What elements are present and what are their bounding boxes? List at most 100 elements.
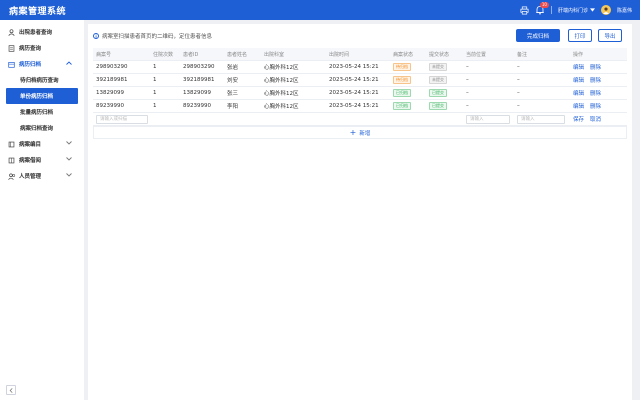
discharge-dept: 心胸外科12区 xyxy=(264,91,299,97)
column-header: 出院时间 xyxy=(329,51,350,58)
patient-name: 张岩 xyxy=(227,65,239,71)
divider xyxy=(550,6,552,14)
discharge-dept: 心胸外科12区 xyxy=(264,78,299,84)
discharge-time: 2023-05-24 15:21 xyxy=(329,103,379,109)
user-name[interactable]: 陈嘉伟 xyxy=(617,7,632,14)
column-header: 住院次数 xyxy=(153,51,174,58)
column-header: 患者ID xyxy=(183,51,199,58)
chevron-left-icon xyxy=(9,387,13,393)
complete-archive-button[interactable]: 完成归档 xyxy=(516,29,560,42)
status-badge: 待归档 xyxy=(393,63,411,71)
document-icon xyxy=(8,44,16,52)
admission-times: 1 xyxy=(153,64,157,70)
sidebar-item-label: 病历归档 xyxy=(19,62,42,68)
scan-hint: i 病案室扫描患者首页的二维码，定位患者信息 xyxy=(93,32,212,40)
delete-link[interactable]: 删除 xyxy=(590,89,601,97)
catalog-icon xyxy=(8,141,16,148)
sidebar-item-borrowing[interactable]: 病案借阅 xyxy=(0,152,84,168)
new-record-row: 请输入或扫描 请输入 请输入 保存 取消 xyxy=(93,113,627,126)
sidebar-subitem-archive-query[interactable]: 病案归档查询 xyxy=(0,120,84,136)
column-header: 备注 xyxy=(517,51,528,58)
plus-icon: + xyxy=(349,127,357,137)
note: – xyxy=(517,64,520,70)
people-icon xyxy=(8,172,16,180)
table-row: 392189981 1 392189981 刘安 心胸外科12区 2023-05… xyxy=(93,74,627,87)
status-badge: 已归档 xyxy=(393,102,411,110)
caret-down-icon xyxy=(589,8,595,12)
scan-input[interactable]: 请输入或扫描 xyxy=(96,114,148,124)
sidebar-item-label: 病案借阅 xyxy=(19,158,42,164)
add-row-label: 新增 xyxy=(359,130,371,137)
patient-id: 89239990 xyxy=(183,103,211,109)
save-link[interactable]: 保存 xyxy=(573,115,584,123)
sidebar-item-label: 出院患者查询 xyxy=(19,30,53,36)
chevron-down-icon xyxy=(66,157,72,163)
printer-icon[interactable] xyxy=(520,6,529,15)
current-location: – xyxy=(466,77,469,83)
delete-link[interactable]: 删除 xyxy=(590,76,601,84)
note: – xyxy=(517,90,520,96)
app-title: 病案管理系统 xyxy=(9,6,67,17)
patient-id: 298903290 xyxy=(183,64,215,70)
collapse-sidebar-button[interactable] xyxy=(6,385,16,395)
sidebar-subitem-batch-archive[interactable]: 批量病历归档 xyxy=(0,104,84,120)
admission-times: 1 xyxy=(153,77,157,83)
sidebar-item-record-query[interactable]: 病历查询 xyxy=(0,40,84,56)
top-bar: 病案管理系统 10 肝端内科门诊 陈嘉伟 xyxy=(0,0,640,20)
archive-icon xyxy=(8,61,16,68)
column-header: 操作 xyxy=(573,51,584,58)
sidebar-subitem-pending-query[interactable]: 待归档病历查询 xyxy=(0,72,84,88)
notification-badge: 10 xyxy=(539,2,549,8)
discharge-time: 2023-05-24 15:21 xyxy=(329,90,379,96)
submit-badge: 已提交 xyxy=(429,89,447,97)
column-header: 病案状态 xyxy=(393,51,414,58)
sidebar-item-staff[interactable]: 人员管理 xyxy=(0,168,84,184)
note-input[interactable]: 请输入 xyxy=(517,114,565,124)
sidebar-item-discharged-query[interactable]: 出院患者查询 xyxy=(0,24,84,40)
edit-link[interactable]: 编辑 xyxy=(573,89,584,97)
column-header: 患者姓名 xyxy=(227,51,248,58)
sidebar-item-cataloging[interactable]: 病案编目 xyxy=(0,136,84,152)
location-input[interactable]: 请输入 xyxy=(466,114,510,124)
table-header: 病案号 住院次数 患者ID 患者姓名 出院科室 出院时间 病案状态 提交状态 当… xyxy=(93,48,627,61)
department-select[interactable]: 肝端内科门诊 xyxy=(558,7,595,14)
status-badge: 已归档 xyxy=(393,89,411,97)
record-no: 298903290 xyxy=(96,64,128,70)
submit-badge: 未提交 xyxy=(429,76,447,84)
edit-link[interactable]: 编辑 xyxy=(573,102,584,110)
submit-badge: 未提交 xyxy=(429,63,447,71)
edit-link[interactable]: 编辑 xyxy=(573,76,584,84)
admission-times: 1 xyxy=(153,90,157,96)
delete-link[interactable]: 删除 xyxy=(590,63,601,71)
print-button[interactable]: 打印 xyxy=(568,29,592,42)
current-location: – xyxy=(466,90,469,96)
table-row: 89239990 1 89239990 李阳 心胸外科12区 2023-05-2… xyxy=(93,100,627,113)
cancel-link[interactable]: 取消 xyxy=(590,115,601,123)
info-icon: i xyxy=(93,33,99,39)
discharge-time: 2023-05-24 15:21 xyxy=(329,77,379,83)
column-header: 提交状态 xyxy=(429,51,450,58)
sidebar-item-record-archive[interactable]: 病历归档 xyxy=(0,56,84,72)
submit-badge: 已提交 xyxy=(429,102,447,110)
discharge-time: 2023-05-24 15:21 xyxy=(329,64,379,70)
bell-icon[interactable]: 10 xyxy=(535,2,549,15)
current-location: – xyxy=(466,103,469,109)
patient-name: 刘安 xyxy=(227,78,239,84)
column-header: 当前位置 xyxy=(466,51,487,58)
add-row-button[interactable]: + 新增 xyxy=(93,126,627,139)
column-header: 出院科室 xyxy=(264,51,285,58)
chevron-down-icon xyxy=(66,173,72,179)
admission-times: 1 xyxy=(153,103,157,109)
edit-link[interactable]: 编辑 xyxy=(573,63,584,71)
user-icon xyxy=(8,28,16,36)
sidebar: 出院患者查询 病历查询 病历归档 待归档病历查询 单份病历归档 批量病历归档 病… xyxy=(0,20,84,400)
avatar[interactable] xyxy=(600,5,611,15)
department-label: 肝端内科门诊 xyxy=(557,7,588,14)
export-button[interactable]: 导出 xyxy=(598,29,622,42)
column-header: 病案号 xyxy=(96,51,112,58)
note: – xyxy=(517,103,520,109)
sidebar-subitem-single-archive[interactable]: 单份病历归档 xyxy=(6,88,78,104)
record-no: 89239990 xyxy=(96,103,124,109)
delete-link[interactable]: 删除 xyxy=(590,102,601,110)
sidebar-item-label: 人员管理 xyxy=(19,174,42,180)
